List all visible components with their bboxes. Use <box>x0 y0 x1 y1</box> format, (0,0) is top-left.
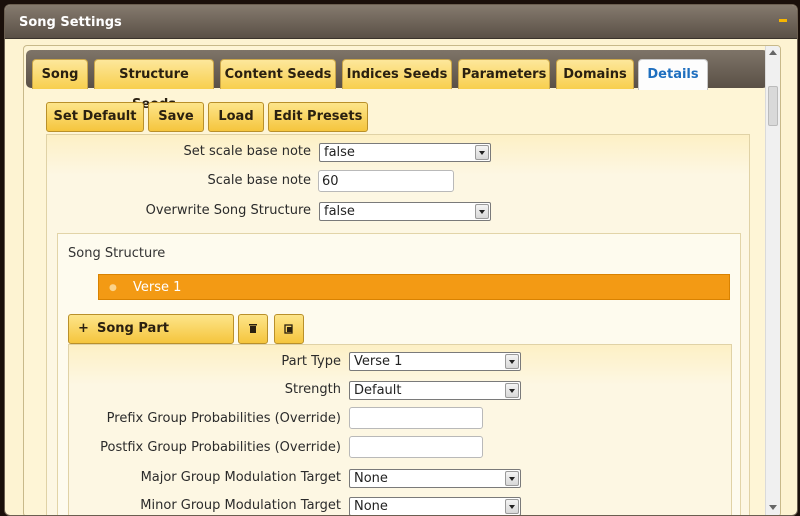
strength-select[interactable]: Default <box>349 381 521 400</box>
song-structure-panel: Song Structure ● Verse 1 + Song Part Str… <box>57 233 741 515</box>
scroll-down-icon[interactable] <box>769 505 777 510</box>
postfix-group-prob-input[interactable] <box>349 436 483 458</box>
scroll-up-icon[interactable] <box>769 50 777 55</box>
window-title: Song Settings <box>19 15 122 30</box>
overwrite-song-structure-select[interactable]: false <box>319 202 491 221</box>
drag-handle-icon[interactable]: ● <box>109 283 117 293</box>
tab-domains[interactable]: Domains <box>556 59 634 89</box>
overwrite-song-structure-label: Overwrite Song Structure <box>145 203 311 218</box>
tab-strip: Song Structure Seeds Content Seeds Indic… <box>26 50 768 112</box>
content-area: Song Structure Seeds Content Seeds Indic… <box>23 45 781 515</box>
copy-icon <box>284 324 293 334</box>
tab-details[interactable]: Details <box>638 59 708 90</box>
tab-content-seeds[interactable]: Content Seeds <box>220 59 336 89</box>
trash-icon <box>249 324 257 333</box>
minor-group-mod-target-select[interactable]: None <box>349 497 521 515</box>
major-group-mod-target-label: Major Group Modulation Target <box>140 470 341 485</box>
copy-button[interactable] <box>274 314 304 344</box>
tab-parameters[interactable]: Parameters <box>458 59 550 89</box>
delete-button[interactable] <box>238 314 268 344</box>
set-default-button[interactable]: Set Default <box>46 102 144 132</box>
postfix-group-prob-label: Postfix Group Probabilities (Override) <box>100 440 341 455</box>
scale-base-note-label: Scale base note <box>207 173 311 188</box>
minor-group-mod-target-label: Minor Group Modulation Target <box>140 498 341 513</box>
set-scale-base-note-label: Set scale base note <box>183 144 311 159</box>
song-structure-item[interactable]: ● Verse 1 <box>98 274 730 300</box>
chevron-down-icon[interactable] <box>505 499 519 514</box>
part-type-label: Part Type <box>281 354 341 369</box>
minimize-icon[interactable] <box>779 19 787 22</box>
prefix-group-prob-input[interactable] <box>349 407 483 429</box>
song-part-structure-button[interactable]: + Song Part Structure <box>68 314 234 364</box>
major-group-mod-target-select[interactable]: None <box>349 469 521 488</box>
set-scale-base-note-select[interactable]: false <box>319 143 491 162</box>
tab-structure-seeds[interactable]: Structure Seeds <box>94 59 214 112</box>
strength-label: Strength <box>284 382 341 397</box>
vertical-scrollbar[interactable] <box>765 46 780 515</box>
chevron-down-icon[interactable] <box>505 471 519 486</box>
scroll-thumb[interactable] <box>768 86 778 126</box>
title-bar[interactable]: Song Settings <box>5 5 797 39</box>
song-structure-title: Song Structure <box>68 246 166 261</box>
part-type-select[interactable]: Verse 1 <box>349 352 521 371</box>
edit-presets-button[interactable]: Edit Presets <box>268 102 368 132</box>
tab-song[interactable]: Song <box>32 59 88 89</box>
settings-window: Song Settings Song Structure Seeds Conte… <box>4 4 798 516</box>
chevron-down-icon[interactable] <box>475 145 489 160</box>
load-button[interactable]: Load <box>208 102 264 132</box>
save-button[interactable]: Save <box>148 102 204 132</box>
tab-indices-seeds[interactable]: Indices Seeds <box>342 59 452 89</box>
plus-icon: + <box>78 321 89 336</box>
details-panel: Set scale base note false Scale base not… <box>46 134 750 515</box>
song-part-panel: Part Type Verse 1 Strength Default Prefi… <box>68 344 732 515</box>
chevron-down-icon[interactable] <box>505 383 519 398</box>
chevron-down-icon[interactable] <box>475 204 489 219</box>
scale-base-note-input[interactable] <box>318 170 454 192</box>
chevron-down-icon[interactable] <box>505 354 519 369</box>
prefix-group-prob-label: Prefix Group Probabilities (Override) <box>106 411 341 426</box>
